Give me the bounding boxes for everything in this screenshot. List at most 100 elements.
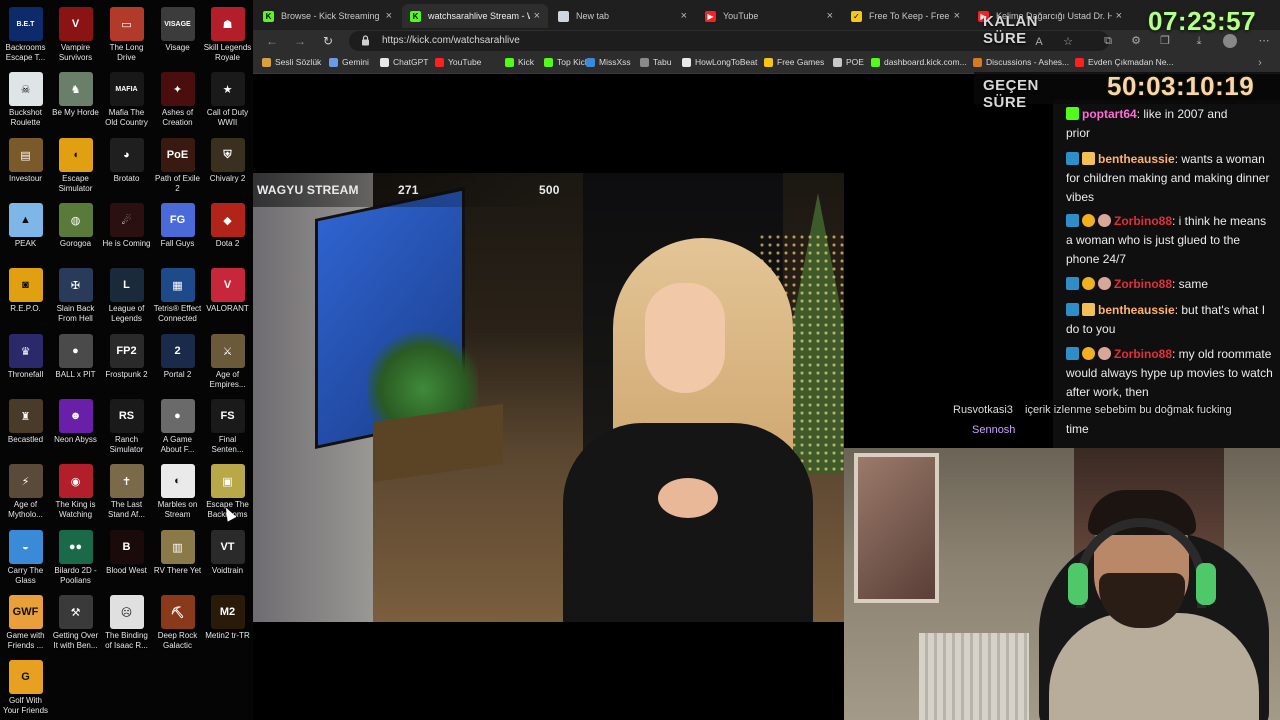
desktop-shortcut[interactable]: B.E.T Backrooms Escape T... — [0, 3, 51, 67]
desktop-shortcut[interactable]: ⚡ Age of Mytholo... — [0, 460, 51, 524]
desktop-shortcut[interactable]: ● BALL x PIT — [50, 330, 101, 394]
desktop-shortcut[interactable]: V Vampire Survivors — [50, 3, 101, 67]
desktop-shortcut[interactable]: ◕ Brotato — [101, 134, 152, 198]
desktop-shortcut[interactable]: MAFIA Mafia The Old Country — [101, 68, 152, 132]
desktop-shortcut-label: Backrooms Escape T... — [5, 43, 46, 62]
desktop-shortcut[interactable]: ▭ The Long Drive — [101, 3, 152, 67]
game-icon: ● — [160, 399, 195, 433]
bookmark[interactable]: dashboard.kick.com... — [871, 57, 967, 67]
desktop-shortcut[interactable]: ✝ The Last Stand Af... — [101, 460, 152, 524]
desktop-shortcut[interactable]: ★ Call of Duty WWII — [202, 68, 253, 132]
desktop-shortcut[interactable]: ●● Bilardo 2D - Poolians — [50, 526, 101, 590]
settings-icon[interactable]: ⚙ — [1129, 34, 1143, 48]
chat-username[interactable]: Zorbino88 — [1114, 347, 1172, 361]
desktop-shortcut[interactable]: V VALORANT — [202, 264, 253, 328]
desktop-shortcut-label: Escape Simulator — [58, 174, 93, 193]
remaining-time: 07:23:57 — [1148, 6, 1257, 36]
desktop-shortcut-label: Bilardo 2D - Poolians — [54, 566, 97, 585]
bookmark[interactable]: Evden Çıkmadan Ne... — [1075, 57, 1174, 67]
desktop-shortcut[interactable]: ☻ Neon Abyss — [50, 395, 101, 459]
forward-icon[interactable]: → — [291, 32, 309, 50]
close-tab-icon[interactable]: × — [386, 10, 392, 22]
chat-username[interactable]: Zorbino88 — [1114, 277, 1172, 291]
desktop-shortcut[interactable]: ☠ Buckshot Roulette — [0, 68, 51, 132]
desktop-shortcut[interactable]: ☗ Skill Legends Royale — [202, 3, 253, 67]
desktop-shortcut[interactable]: ◆ Dota 2 — [202, 199, 253, 263]
bookmarks-overflow-icon[interactable]: › — [1253, 56, 1267, 70]
bookmark[interactable]: YouTube — [435, 57, 481, 67]
back-icon[interactable]: ← — [263, 32, 281, 50]
desktop-shortcut[interactable]: ◐ Marbles on Stream — [152, 460, 203, 524]
desktop-shortcut[interactable]: ◒ Carry The Glass — [0, 526, 51, 590]
chat-username[interactable]: bentheaussie — [1098, 303, 1175, 317]
desktop-shortcut[interactable]: ✠ Slain Back From Hell — [50, 264, 101, 328]
menu-icon[interactable]: ⋯ — [1257, 34, 1271, 48]
desktop-shortcut[interactable]: ⚔ Age of Empires... — [202, 330, 253, 394]
desktop-shortcut[interactable]: ▲ PEAK — [0, 199, 51, 263]
desktop-shortcut[interactable]: FP2 Frostpunk 2 — [101, 330, 152, 394]
desktop-shortcut-label: Neon Abyss — [54, 435, 97, 444]
bookmark[interactable]: HowLongToBeat — [682, 57, 757, 67]
desktop-shortcut[interactable]: B Blood West — [101, 526, 152, 590]
close-tab-icon[interactable]: × — [1116, 10, 1122, 22]
desktop-shortcut[interactable]: ✦ Ashes of Creation — [152, 68, 203, 132]
bookmark[interactable]: Kick — [505, 57, 534, 67]
chat-username[interactable]: bentheaussie — [1098, 152, 1175, 166]
extensions-icon[interactable]: ⧉ — [1101, 34, 1115, 48]
chat-username[interactable]: Zorbino88 — [1114, 214, 1172, 228]
desktop-shortcut[interactable]: ⛏ Deep Rock Galactic — [152, 591, 203, 655]
desktop-shortcut[interactable]: FS Final Senten... — [202, 395, 253, 459]
chat-text: : same — [1172, 277, 1209, 291]
desktop-shortcut[interactable]: VISAGE Visage — [152, 3, 203, 67]
close-tab-icon[interactable]: × — [681, 10, 687, 22]
desktop-shortcut[interactable]: ⚒ Getting Over It with Ben... — [50, 591, 101, 655]
game-icon: ◖ — [58, 138, 93, 172]
desktop-shortcut[interactable]: 2 Portal 2 — [152, 330, 203, 394]
bookmark[interactable]: Gemini — [329, 57, 369, 67]
bookmark[interactable]: POE — [833, 57, 864, 67]
browser-tab[interactable]: Kwatchsarahlive Stream - Watch × — [402, 4, 548, 28]
bookmark[interactable]: Sesli Sözlük — [262, 57, 321, 67]
browser-tab[interactable]: K Browse - Kick Streaming × — [255, 4, 400, 28]
desktop-shortcut[interactable]: M2 Metin2 tr-TR — [202, 591, 253, 655]
browser-tab[interactable]: ✓ Free To Keep - Free Games, Ex × — [843, 4, 968, 28]
bookmark[interactable]: Top Kick — [544, 57, 589, 67]
chat-username[interactable]: poptart64 — [1082, 107, 1137, 121]
bookmark[interactable]: MissXss — [586, 57, 631, 67]
desktop-shortcut[interactable]: ◙ R.E.P.O. — [0, 264, 51, 328]
desktop-shortcut-label: The Binding of Isaac R... — [105, 631, 148, 650]
desktop-shortcut[interactable]: ▥ RV There Yet — [152, 526, 203, 590]
bookmark[interactable]: Free Games — [764, 57, 824, 67]
desktop-shortcut[interactable]: VT Voidtrain — [202, 526, 253, 590]
desktop-shortcut[interactable]: ◖ Escape Simulator — [50, 134, 101, 198]
desktop-shortcut[interactable]: ♜ Becastled — [0, 395, 51, 459]
desktop-shortcut[interactable]: ◍ Gorogoa — [50, 199, 101, 263]
desktop-shortcut[interactable]: RS Ranch Simulator — [101, 395, 152, 459]
desktop-shortcut[interactable]: ♛ Thronefall — [0, 330, 51, 394]
desktop-shortcut[interactable]: ☄ He is Coming — [101, 199, 152, 263]
desktop-shortcut-label: Ranch Simulator — [109, 435, 144, 454]
desktop-shortcut[interactable]: FG Fall Guys — [152, 199, 203, 263]
desktop-shortcut[interactable]: G Golf With Your Friends — [0, 656, 51, 720]
desktop-shortcut[interactable]: L League of Legends — [101, 264, 152, 328]
close-tab-icon[interactable]: × — [954, 10, 960, 22]
browser-tab[interactable]: New tab × — [550, 4, 695, 28]
desktop-shortcut[interactable]: ◉ The King is Watching — [50, 460, 101, 524]
desktop-shortcut[interactable]: GWF Game with Friends ... — [0, 591, 51, 655]
desktop-shortcut[interactable]: ⛨ Chivalry 2 — [202, 134, 253, 198]
desktop-shortcut[interactable]: ● A Game About F... — [152, 395, 203, 459]
bookmark[interactable]: ChatGPT — [380, 57, 428, 67]
desktop-shortcut[interactable]: ▤ Investour — [0, 134, 51, 198]
video-player[interactable] — [253, 173, 844, 622]
bookmark[interactable]: Discussions - Ashes... — [973, 57, 1069, 67]
desktop-shortcut[interactable]: PoE Path of Exile 2 — [152, 134, 203, 198]
desktop-shortcut[interactable]: ♞ Be My Horde — [50, 68, 101, 132]
pfp-badge-icon — [1098, 347, 1111, 360]
close-tab-icon[interactable]: × — [827, 10, 833, 22]
desktop-shortcut[interactable]: ▦ Tetris® Effect Connected — [152, 264, 203, 328]
reload-icon[interactable]: ↻ — [319, 32, 337, 50]
desktop-shortcut[interactable]: ☹ The Binding of Isaac R... — [101, 591, 152, 655]
bookmark[interactable]: Tabu — [640, 57, 671, 67]
browser-tab[interactable]: ▶ YouTube × — [697, 4, 841, 28]
close-tab-icon[interactable]: × — [534, 10, 540, 22]
